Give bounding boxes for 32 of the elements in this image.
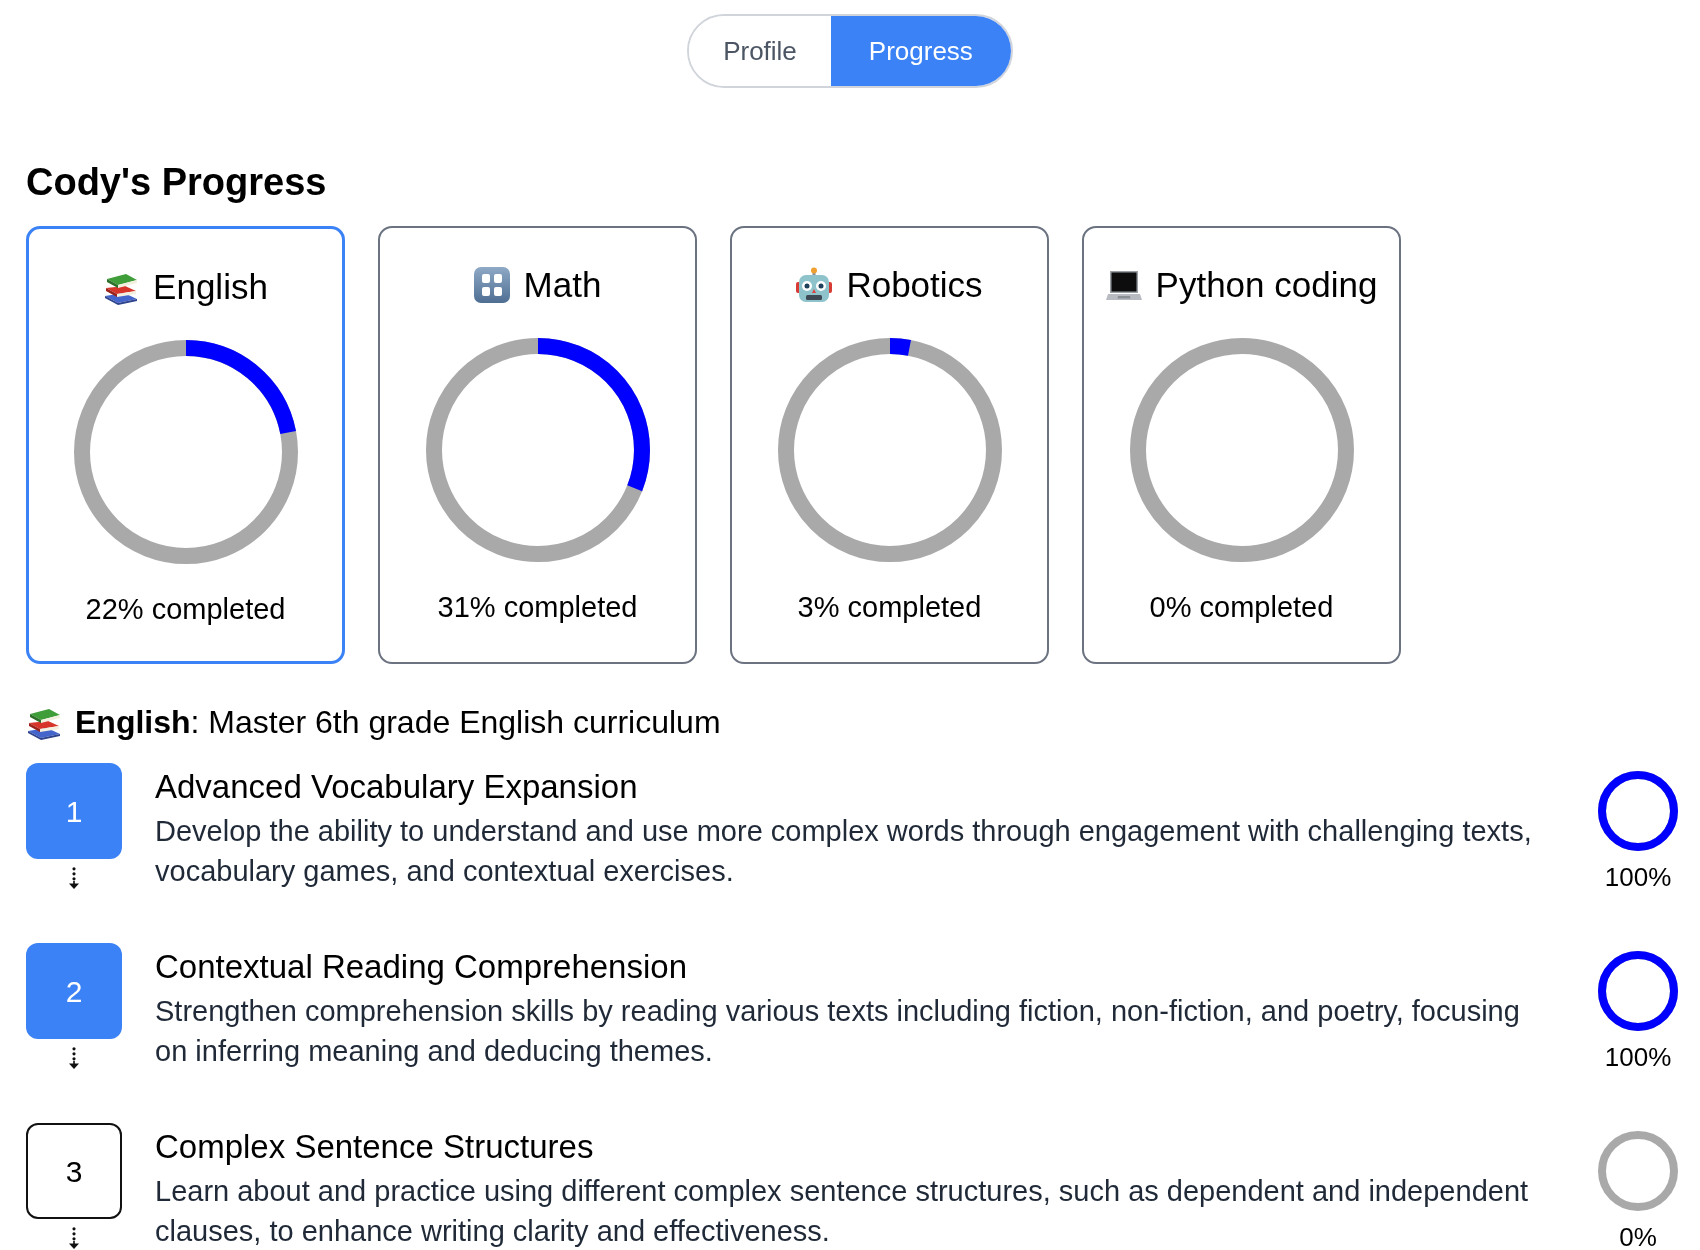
step-title: Advanced Vocabulary Expansion [155,768,638,806]
robot-icon [796,267,833,303]
subject-card[interactable]: English 22% completed [26,226,345,664]
page-title: Cody's Progress [26,162,327,202]
tab[interactable]: Progress [830,16,1011,86]
completion-label: 3% completed [797,590,982,624]
subject-card[interactable]: Robotics 3% completed [730,226,1049,664]
step-description: Strengthen comprehension skills by reading various texts including fiction, non-fiction, and poetry, focusing on inferring meaning and deducing themes. [155,994,1521,1069]
curriculum-heading: English: Master 6th grade English curriculum [75,704,721,740]
step-number: 3 [26,1123,122,1219]
step-number: 1 [26,763,122,859]
step-title: Complex Sentence Structures [155,1128,594,1166]
subject-name: English [153,267,268,307]
completion-label: 0% completed [1149,590,1334,624]
subject-name: Robotics [846,265,983,305]
step-percent: 0% [1619,1226,1657,1248]
step-percent: 100% [1604,866,1672,888]
dotted-down-arrow-icon [68,1227,80,1249]
step-title: Contextual Reading Comprehension [155,948,687,986]
completion-label: 22% completed [85,592,286,626]
dotted-down-arrow-icon [68,1047,80,1069]
subject-name: Math [523,265,602,305]
subject-card[interactable]: Python coding 0% completed [1082,226,1401,664]
completion-label: 31% completed [437,590,638,624]
subject-name: Python coding [1155,265,1378,305]
step-percent: 100% [1604,1046,1672,1068]
step-description: Develop the ability to understand and use more complex words through engagement with challenging texts, vocabulary games, and contextual exercises. [155,814,1533,889]
step-number: 2 [26,943,122,1039]
keypad-icon [473,267,510,303]
dotted-down-arrow-icon [68,867,80,889]
step-description: Learn about and practice using different complex sentence structures, such as dependent and independent clauses, to enhance writing clarity and effectiveness. [155,1174,1530,1249]
subject-card[interactable]: Math 31% completed [378,226,697,664]
